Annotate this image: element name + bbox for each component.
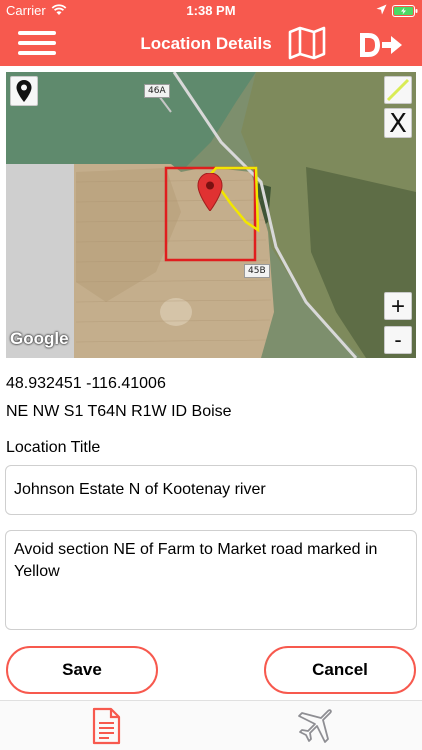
location-title-input[interactable]: Johnson Estate N of Kootenay river <box>5 465 417 515</box>
cancel-button[interactable]: Cancel <box>264 646 416 694</box>
tab-bar <box>0 700 422 750</box>
menu-button[interactable] <box>18 28 58 58</box>
top-bar: Carrier 1:38 PM Location Details <box>0 0 422 66</box>
zoom-in-button[interactable]: + <box>384 292 412 320</box>
page-title: Location Details <box>140 34 272 53</box>
document-icon <box>92 707 121 745</box>
satellite-map[interactable]: 46A 45B X + - Google <box>6 72 416 358</box>
legal-description-text: NE NW S1 T64N R1W ID Boise <box>6 403 232 420</box>
hamburger-menu-icon <box>18 31 56 35</box>
road-label-46a: 46A <box>144 84 170 98</box>
location-pin-icon <box>16 80 32 102</box>
road-label-45b: 45B <box>244 264 270 278</box>
location-title-label: Location Title <box>6 439 101 456</box>
satellite-imagery <box>6 72 416 358</box>
folded-map-icon[interactable] <box>288 26 326 60</box>
zoom-out-button[interactable]: - <box>384 326 412 354</box>
tab-details[interactable] <box>86 707 126 745</box>
map-marker-icon[interactable] <box>197 173 223 211</box>
draw-polygon-button[interactable] <box>384 76 412 104</box>
save-button[interactable]: Save <box>6 646 158 694</box>
clear-drawing-button[interactable]: X <box>384 108 412 139</box>
status-bar: Carrier 1:38 PM <box>0 0 422 22</box>
clock: 1:38 PM <box>186 3 236 18</box>
marker-mode-button[interactable] <box>10 76 38 106</box>
google-logo[interactable]: Google <box>10 329 69 349</box>
draw-line-icon <box>386 78 410 102</box>
coordinates-text: 48.932451 -116.41006 <box>6 375 166 392</box>
tab-flight[interactable] <box>294 707 334 745</box>
battery-icon <box>392 5 418 17</box>
notes-textarea[interactable]: Avoid section NE of Farm to Market road … <box>5 530 417 630</box>
destination-arrow-icon[interactable] <box>358 28 404 62</box>
airplane-icon <box>298 709 332 743</box>
location-arrow-icon <box>376 4 387 15</box>
